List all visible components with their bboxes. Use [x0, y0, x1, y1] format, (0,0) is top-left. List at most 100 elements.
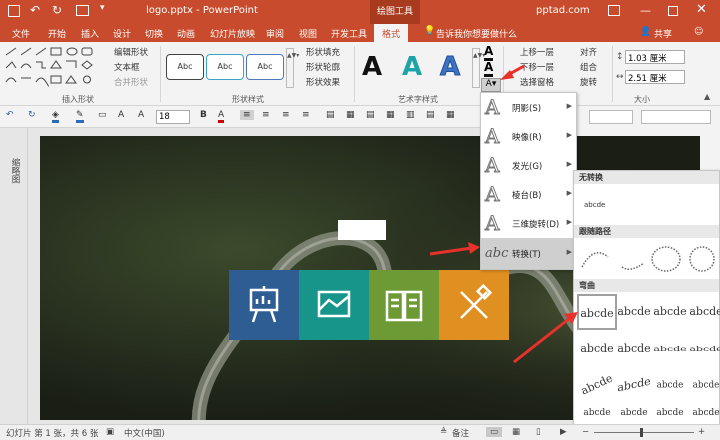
text-effects-button[interactable]: A▾	[481, 78, 501, 92]
tab-slideshow[interactable]: 幻灯片放映	[210, 27, 255, 40]
shape-style-3[interactable]: Abc	[246, 54, 284, 80]
menu-item-shadow[interactable]: A 阴影(S) ▶	[481, 93, 576, 122]
redo-icon[interactable]: ↻	[52, 3, 62, 17]
undo-icon[interactable]: ↶	[30, 3, 40, 17]
height-input[interactable]: 1.03 厘米	[625, 50, 685, 64]
layout-icon-1[interactable]: ▤	[326, 110, 335, 120]
bold-icon[interactable]: B	[200, 110, 207, 120]
distribute-icon[interactable]: ≡	[302, 110, 310, 120]
menu-item-glow[interactable]: A 发光(G) ▶	[481, 151, 576, 180]
layout-icon-7[interactable]: ▦	[446, 110, 455, 120]
undo-icon[interactable]: ↶	[6, 110, 14, 120]
zoom-slider[interactable]	[594, 432, 694, 433]
shape-icon[interactable]: ▭	[98, 110, 107, 120]
shape-styles-more-icon[interactable]: ▲▼▾	[286, 48, 299, 88]
tile-presentation[interactable]	[229, 270, 299, 340]
text-outline-icon[interactable]: A	[484, 60, 494, 77]
tab-insert[interactable]: 插入	[81, 27, 99, 40]
tell-me-icon[interactable]: 💡	[424, 26, 435, 36]
layout-icon-6[interactable]: ▤	[426, 110, 435, 120]
slideshow-view-icon[interactable]: ▶	[560, 427, 567, 437]
shape-effects-button[interactable]: 形状效果	[306, 76, 340, 88]
warp-option-6[interactable]: abcde	[614, 331, 654, 367]
warp-option-3[interactable]: abcde	[650, 294, 690, 330]
font-color-icon[interactable]: A	[218, 110, 225, 123]
tile-tools[interactable]	[439, 270, 509, 340]
maximize-icon[interactable]	[668, 6, 678, 16]
notes-icon[interactable]: ≜	[440, 427, 447, 437]
align-right-icon[interactable]: ≡	[282, 110, 290, 120]
wordart-style-black[interactable]: A	[362, 52, 382, 82]
tab-format[interactable]: 格式	[374, 24, 409, 42]
tab-developer[interactable]: 开发工具	[331, 27, 367, 40]
layout-icon-4[interactable]: ▦	[386, 110, 395, 120]
panel-input-2[interactable]	[641, 110, 711, 124]
font-shrink-icon[interactable]: A	[138, 110, 144, 120]
tab-transitions[interactable]: 切换	[145, 27, 163, 40]
rotate-button[interactable]: 旋转	[580, 76, 597, 88]
no-transform-option[interactable]: abcde	[584, 201, 605, 209]
shape-gallery[interactable]	[4, 46, 96, 90]
layout-icon-2[interactable]: ▦	[346, 110, 355, 120]
menu-item-bevel[interactable]: A 棱台(B) ▶	[481, 180, 576, 209]
spellcheck-icon[interactable]: ▣	[106, 427, 114, 437]
minimize-icon[interactable]: —	[640, 4, 651, 17]
zoom-out-icon[interactable]: −	[582, 427, 589, 437]
tab-design[interactable]: 设计	[113, 27, 131, 40]
shape-outline-button[interactable]: 形状轮廓	[306, 61, 340, 73]
notes-button[interactable]: 备注	[452, 427, 469, 439]
wordart-style-teal[interactable]: A	[402, 52, 422, 82]
ribbon-display-icon[interactable]	[608, 5, 620, 16]
text-fill-icon[interactable]: A	[484, 44, 494, 61]
save-icon[interactable]	[8, 5, 20, 17]
normal-view-icon[interactable]: ▭	[486, 427, 503, 437]
tell-me-input[interactable]: 告诉我你想要做什么	[436, 27, 517, 40]
follow-path-options[interactable]	[574, 239, 719, 279]
collapse-ribbon-icon[interactable]: ▲	[704, 92, 710, 101]
warp-option-5[interactable]: abcde	[577, 331, 617, 367]
textbox-button[interactable]: 文本框	[114, 61, 140, 73]
qat-more-icon[interactable]: ▾	[100, 3, 105, 13]
panel-input-1[interactable]	[589, 110, 633, 124]
tile-chart[interactable]	[299, 270, 369, 340]
tab-home[interactable]: 开始	[48, 27, 66, 40]
bring-forward-button[interactable]: 上移一层	[520, 46, 554, 58]
smile-icon[interactable]: ☺	[694, 27, 703, 37]
outline-icon[interactable]: ✎	[76, 110, 84, 123]
font-size-input[interactable]: 18	[156, 110, 190, 124]
align-center-icon[interactable]: ≡	[262, 110, 270, 120]
warp-option-2[interactable]: abcde	[614, 294, 654, 330]
send-backward-button[interactable]: 下移一层	[520, 61, 554, 73]
tab-animations[interactable]: 动画	[177, 27, 195, 40]
warp-option-4[interactable]: abcde	[686, 294, 720, 330]
wordart-more-icon[interactable]: ▲▼▾	[472, 48, 485, 88]
language-indicator[interactable]: 中文(中国)	[124, 427, 165, 439]
merge-shapes-button[interactable]: 合并形状	[114, 76, 148, 88]
reading-view-icon[interactable]: ▯	[536, 427, 541, 437]
shape-style-1[interactable]: Abc	[166, 54, 204, 80]
share-button[interactable]: 共享	[654, 27, 672, 40]
font-grow-icon[interactable]: A	[118, 110, 124, 120]
shape-style-2[interactable]: Abc	[206, 54, 244, 80]
warp-option-8[interactable]: abcde	[686, 338, 720, 360]
menu-item-3d-rotation[interactable]: A 三维旋转(D) ▶	[481, 209, 576, 238]
shape-fill-button[interactable]: 形状填充	[306, 46, 340, 58]
tile-book[interactable]	[369, 270, 439, 340]
layout-icon-5[interactable]: ▥	[406, 110, 415, 120]
redo-icon[interactable]: ↻	[28, 110, 36, 120]
align-left-icon[interactable]: ≡	[240, 110, 254, 120]
wordart-style-blue[interactable]: A	[439, 52, 460, 83]
width-input[interactable]: 2.51 厘米	[625, 70, 685, 84]
edit-shape-button[interactable]: 编辑形状	[114, 46, 148, 58]
zoom-in-icon[interactable]: +	[698, 427, 705, 437]
menu-item-transform[interactable]: abc 转换(T) ▶	[481, 238, 576, 269]
close-icon[interactable]: ✕	[696, 2, 707, 17]
menu-item-reflection[interactable]: A 映像(R) ▶	[481, 122, 576, 151]
layout-icon-3[interactable]: ▤	[366, 110, 375, 120]
tab-review[interactable]: 审阅	[266, 27, 284, 40]
tab-view[interactable]: 视图	[299, 27, 317, 40]
thumbnail-pane[interactable]: 缩略图	[0, 128, 28, 424]
align-button[interactable]: 对齐	[580, 46, 597, 58]
tab-file[interactable]: 文件	[12, 27, 30, 40]
warp-option-7[interactable]: abcde	[650, 338, 690, 360]
